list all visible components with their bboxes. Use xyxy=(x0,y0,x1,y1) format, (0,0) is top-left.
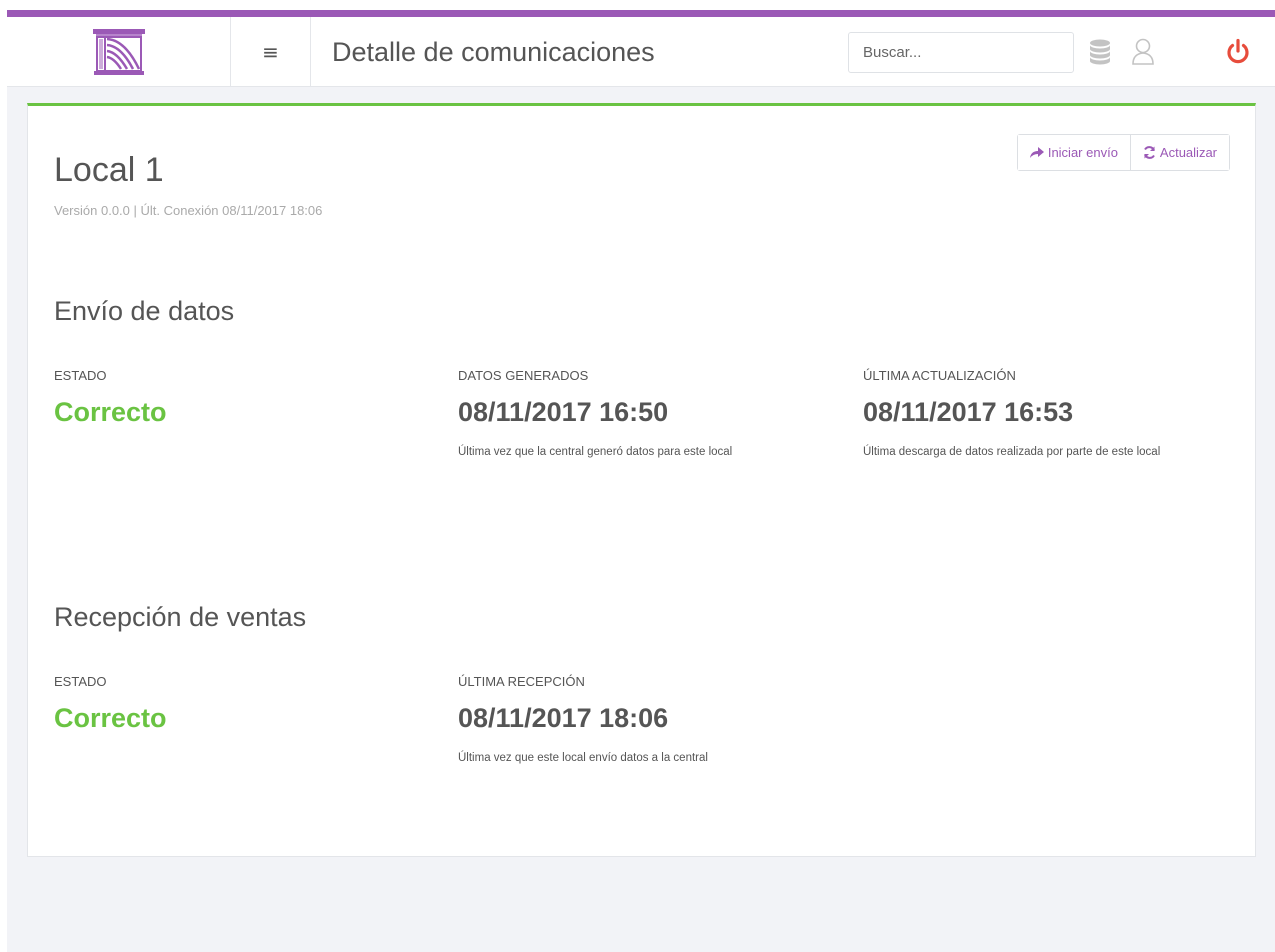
castle-gate-logo xyxy=(92,29,145,75)
envio-datos-generados: DATOS GENERADOS 08/11/2017 16:50 Última … xyxy=(458,368,838,462)
section-title-recepcion: Recepción de ventas xyxy=(54,602,307,632)
logo[interactable] xyxy=(7,17,231,87)
refresh-button[interactable]: Actualizar xyxy=(1129,135,1229,170)
field-label: ESTADO xyxy=(54,368,107,383)
field-value: 08/11/2017 16:53 xyxy=(863,397,1074,427)
field-label: ESTADO xyxy=(54,674,107,689)
status-value: Correcto xyxy=(54,397,167,427)
field-description: Última descarga de datos realizada por p… xyxy=(863,446,1161,458)
envio-estado: ESTADO Correcto xyxy=(54,368,434,428)
top-bar: ≡ Detalle de comunicaciones xyxy=(7,17,1275,87)
database-icon xyxy=(1090,39,1110,65)
field-description: Última vez que este local envío datos a … xyxy=(458,752,708,764)
field-label: ÚLTIMA RECEPCIÓN xyxy=(458,674,585,689)
search-input[interactable] xyxy=(848,32,1074,73)
logout-button[interactable] xyxy=(1221,35,1255,69)
field-label: DATOS GENERADOS xyxy=(458,368,589,383)
page-title: Detalle de comunicaciones xyxy=(332,37,655,67)
hamburger-button[interactable]: ≡ xyxy=(231,17,311,87)
action-button-group: Iniciar envío Actualizar xyxy=(1016,134,1230,171)
hamburger-icon: ≡ xyxy=(262,40,279,64)
user-icon xyxy=(1132,38,1154,65)
section-title-envio: Envío de datos xyxy=(54,296,235,326)
envio-ultima-actualizacion: ÚLTIMA ACTUALIZACIÓN 08/11/2017 16:53 Úl… xyxy=(863,368,1223,462)
status-value: Correcto xyxy=(54,703,167,733)
local-subtitle: Versión 0.0.0 | Últ. Conexión 08/11/2017… xyxy=(54,203,323,218)
start-send-label: Iniciar envío xyxy=(1047,145,1118,160)
refresh-icon xyxy=(1143,146,1155,159)
local-name: Local 1 xyxy=(54,151,164,189)
start-send-button[interactable]: Iniciar envío xyxy=(1017,135,1130,170)
field-value: 08/11/2017 16:50 xyxy=(458,397,669,427)
field-description: Última vez que la central generó datos p… xyxy=(458,446,733,458)
power-icon xyxy=(1227,38,1249,64)
recepcion-ultima: ÚLTIMA RECEPCIÓN 08/11/2017 18:06 Última… xyxy=(458,674,838,768)
user-button[interactable] xyxy=(1126,35,1160,69)
refresh-label: Actualizar xyxy=(1159,145,1217,160)
database-button[interactable] xyxy=(1083,35,1117,69)
field-label: ÚLTIMA ACTUALIZACIÓN xyxy=(863,368,1016,383)
share-arrow-icon xyxy=(1029,146,1044,158)
recepcion-estado: ESTADO Correcto xyxy=(54,674,434,734)
field-value: 08/11/2017 18:06 xyxy=(458,703,669,733)
detail-panel: Local 1 Versión 0.0.0 | Últ. Conexión 08… xyxy=(27,103,1256,857)
app-frame: ≡ Detalle de comunicaciones L xyxy=(7,10,1275,952)
